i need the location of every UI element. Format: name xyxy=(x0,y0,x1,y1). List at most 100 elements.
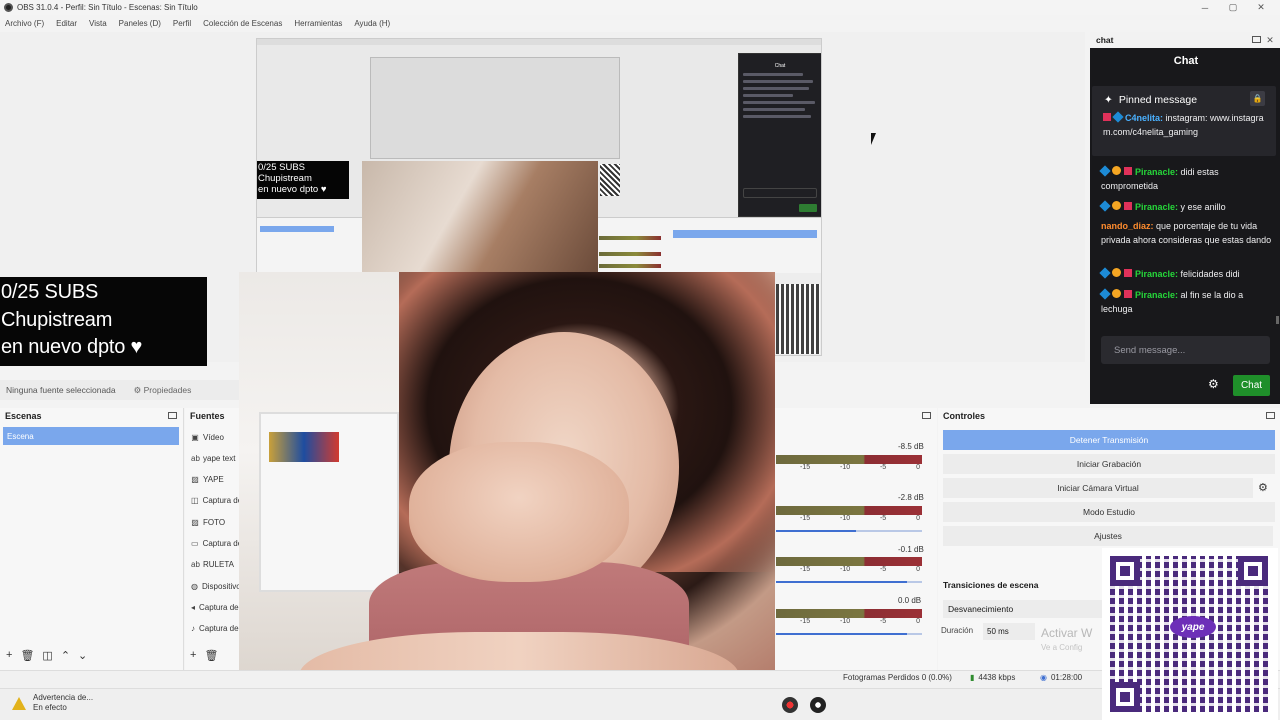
nested-obs-capture: Chat 0/25 SUBS Chupistream en nuevo dpto… xyxy=(257,39,821,273)
properties-button[interactable]: ⚙ Propiedades xyxy=(134,385,192,396)
source-item[interactable]: ◍ Dispositivo xyxy=(191,577,239,595)
source-item[interactable]: ▨ YAPE xyxy=(191,470,239,488)
chat-scrollbar[interactable] xyxy=(1276,316,1279,324)
chat-close-icon[interactable]: ✕ xyxy=(1262,32,1278,48)
gear-icon[interactable]: ⚙ xyxy=(1258,481,1268,494)
source-item[interactable]: ▭Captura de pantalla xyxy=(191,534,239,552)
settings-button[interactable]: Ajustes xyxy=(943,526,1273,546)
scene-item[interactable]: Escena xyxy=(3,427,179,445)
chat-settings-icon[interactable]: ⚙ xyxy=(1208,377,1219,391)
broadcast-icon: ◉ xyxy=(1040,673,1047,682)
controls-float-icon[interactable] xyxy=(1266,412,1275,419)
mic-icon: ♪ xyxy=(191,623,195,633)
menu-ayuda[interactable]: Ayuda (H) xyxy=(354,19,390,28)
activate-windows-watermark: Activar W xyxy=(1041,626,1093,640)
meter-scale: -15 -10 -5 0 xyxy=(800,515,920,522)
source-item[interactable]: ◂Captura de audio xyxy=(191,598,239,616)
nested-subs-overlay: 0/25 SUBS Chupistream en nuevo dpto ♥ xyxy=(257,161,349,199)
source-item[interactable]: ab yape text xyxy=(191,449,239,467)
menu-coleccion-escenas[interactable]: Colección de Escenas xyxy=(203,19,282,28)
source-item[interactable]: ab RULETA xyxy=(191,555,239,573)
taskbar xyxy=(0,688,1280,720)
controls-dock-title: Controles xyxy=(943,411,986,421)
pin-icon: ✦ xyxy=(1104,94,1113,106)
source-item[interactable]: ♪Captura de audio xyxy=(191,619,239,637)
stop-streaming-button[interactable]: Detener Transmisión xyxy=(943,430,1275,450)
menu-editar[interactable]: Editar xyxy=(56,19,77,28)
scenes-dock xyxy=(0,408,184,670)
menu-paneles[interactable]: Paneles (D) xyxy=(119,19,161,28)
channel-db: 0.0 dB xyxy=(898,596,922,605)
start-recording-button[interactable]: Iniciar Grabación xyxy=(943,454,1275,474)
transition-select[interactable]: Desvanecimiento xyxy=(943,600,1113,618)
mixer-float-icon[interactable] xyxy=(922,412,931,419)
arrow-up-icon[interactable]: ⌃ xyxy=(61,649,70,662)
activate-windows-sub: Ve a Config xyxy=(1041,643,1083,652)
channel-db: -8.5 dB xyxy=(898,442,924,451)
nested-chat-button xyxy=(799,204,817,212)
duration-input[interactable]: 50 ms xyxy=(983,623,1035,640)
nested-titlebar xyxy=(257,39,821,45)
display-capture-icon: ▭ xyxy=(191,538,199,548)
nested-webcam xyxy=(362,161,598,273)
trash-icon[interactable]: 🗑 xyxy=(204,649,218,662)
menu-archivo[interactable]: Archivo (F) xyxy=(5,19,44,28)
sources-dock-buttons: + 🗑 xyxy=(190,648,218,662)
duration-label: Duración xyxy=(941,626,974,635)
chat-message: nando_diaz: que porcentaje de tu vida pr… xyxy=(1101,221,1272,245)
yape-logo: yape xyxy=(1170,616,1216,638)
warning-notification[interactable]: Advertencia de... En efecto xyxy=(33,693,93,713)
arrow-down-icon[interactable]: ⌄ xyxy=(78,649,87,662)
nested-qr-code xyxy=(600,164,620,196)
nested-scene-selected xyxy=(260,226,334,232)
chat-send-button[interactable]: Chat xyxy=(1233,375,1270,396)
nested-chat-input xyxy=(743,188,817,198)
meter-scale: -15 -10 -5 0 xyxy=(800,566,920,573)
subs-goal-overlay: 0/25 SUBS Chupistream en nuevo dpto ♥ xyxy=(0,277,207,366)
source-item[interactable]: ▨ FOTO xyxy=(191,513,239,531)
overlay-line-1: 0/25 SUBS xyxy=(1,281,99,303)
volume-slider[interactable] xyxy=(776,633,922,635)
meter-scale: -15 -10 -5 0 xyxy=(800,618,920,625)
menu-perfil[interactable]: Perfil xyxy=(173,19,191,28)
chat-message: Piranacle: al fin se la dio a lechuga xyxy=(1099,288,1244,314)
chat-input[interactable]: Send message... xyxy=(1101,336,1270,364)
start-virtual-camera-button[interactable]: Iniciar Cámara Virtual xyxy=(943,478,1253,498)
canvas-qr-code xyxy=(776,284,820,354)
app-taskbar-icon[interactable] xyxy=(782,697,798,713)
obs-taskbar-icon[interactable] xyxy=(810,697,826,713)
add-icon[interactable]: + xyxy=(6,649,12,661)
speaker-icon: ◂ xyxy=(191,602,196,612)
window-title: OBS 31.0.4 - Perfil: Sin Título - Escena… xyxy=(17,3,198,12)
sources-dock-title: Fuentes xyxy=(190,411,225,421)
audio-meter xyxy=(776,506,922,515)
overlay-line-2: Chupistream xyxy=(1,308,113,331)
bitrate-status: ▮ 4438 kbps xyxy=(970,673,1016,682)
source-toolbar: Ninguna fuente seleccionada ⚙ Propiedade… xyxy=(0,380,240,400)
meter-scale: -15 -10 -5 0 xyxy=(800,464,920,471)
nested-chat-title: Chat xyxy=(774,63,786,69)
signal-icon: ▮ xyxy=(970,673,975,682)
qr-finder-icon xyxy=(1110,682,1140,712)
lock-icon[interactable]: 🔒 xyxy=(1250,91,1265,106)
volume-slider[interactable] xyxy=(776,581,922,583)
trash-icon[interactable]: 🗑 xyxy=(20,649,34,662)
source-item[interactable]: ◫Captura de ventana xyxy=(191,491,239,509)
maximize-icon[interactable]: ▢ xyxy=(1218,0,1248,15)
source-item[interactable]: ▣ Vídeo xyxy=(191,428,239,446)
menu-vista[interactable]: Vista xyxy=(89,19,107,28)
overlay-line-3: en nuevo dpto ♥ xyxy=(1,336,143,358)
chat-float-icon[interactable] xyxy=(1252,36,1261,43)
menu-herramientas[interactable]: Herramientas xyxy=(294,19,342,28)
minimize-icon[interactable]: ─ xyxy=(1190,0,1220,15)
webcam-video xyxy=(239,272,775,720)
add-icon[interactable]: + xyxy=(190,649,196,661)
studio-mode-button[interactable]: Modo Estudio xyxy=(943,502,1275,522)
nested-chat: Chat xyxy=(738,53,821,217)
close-icon[interactable]: ✕ xyxy=(1246,0,1276,15)
scenes-float-icon[interactable] xyxy=(168,412,177,419)
volume-slider[interactable] xyxy=(776,530,922,532)
qr-finder-icon xyxy=(1238,556,1268,586)
filter-icon[interactable]: ◫ xyxy=(42,649,52,662)
window-capture-icon: ◫ xyxy=(191,495,199,505)
